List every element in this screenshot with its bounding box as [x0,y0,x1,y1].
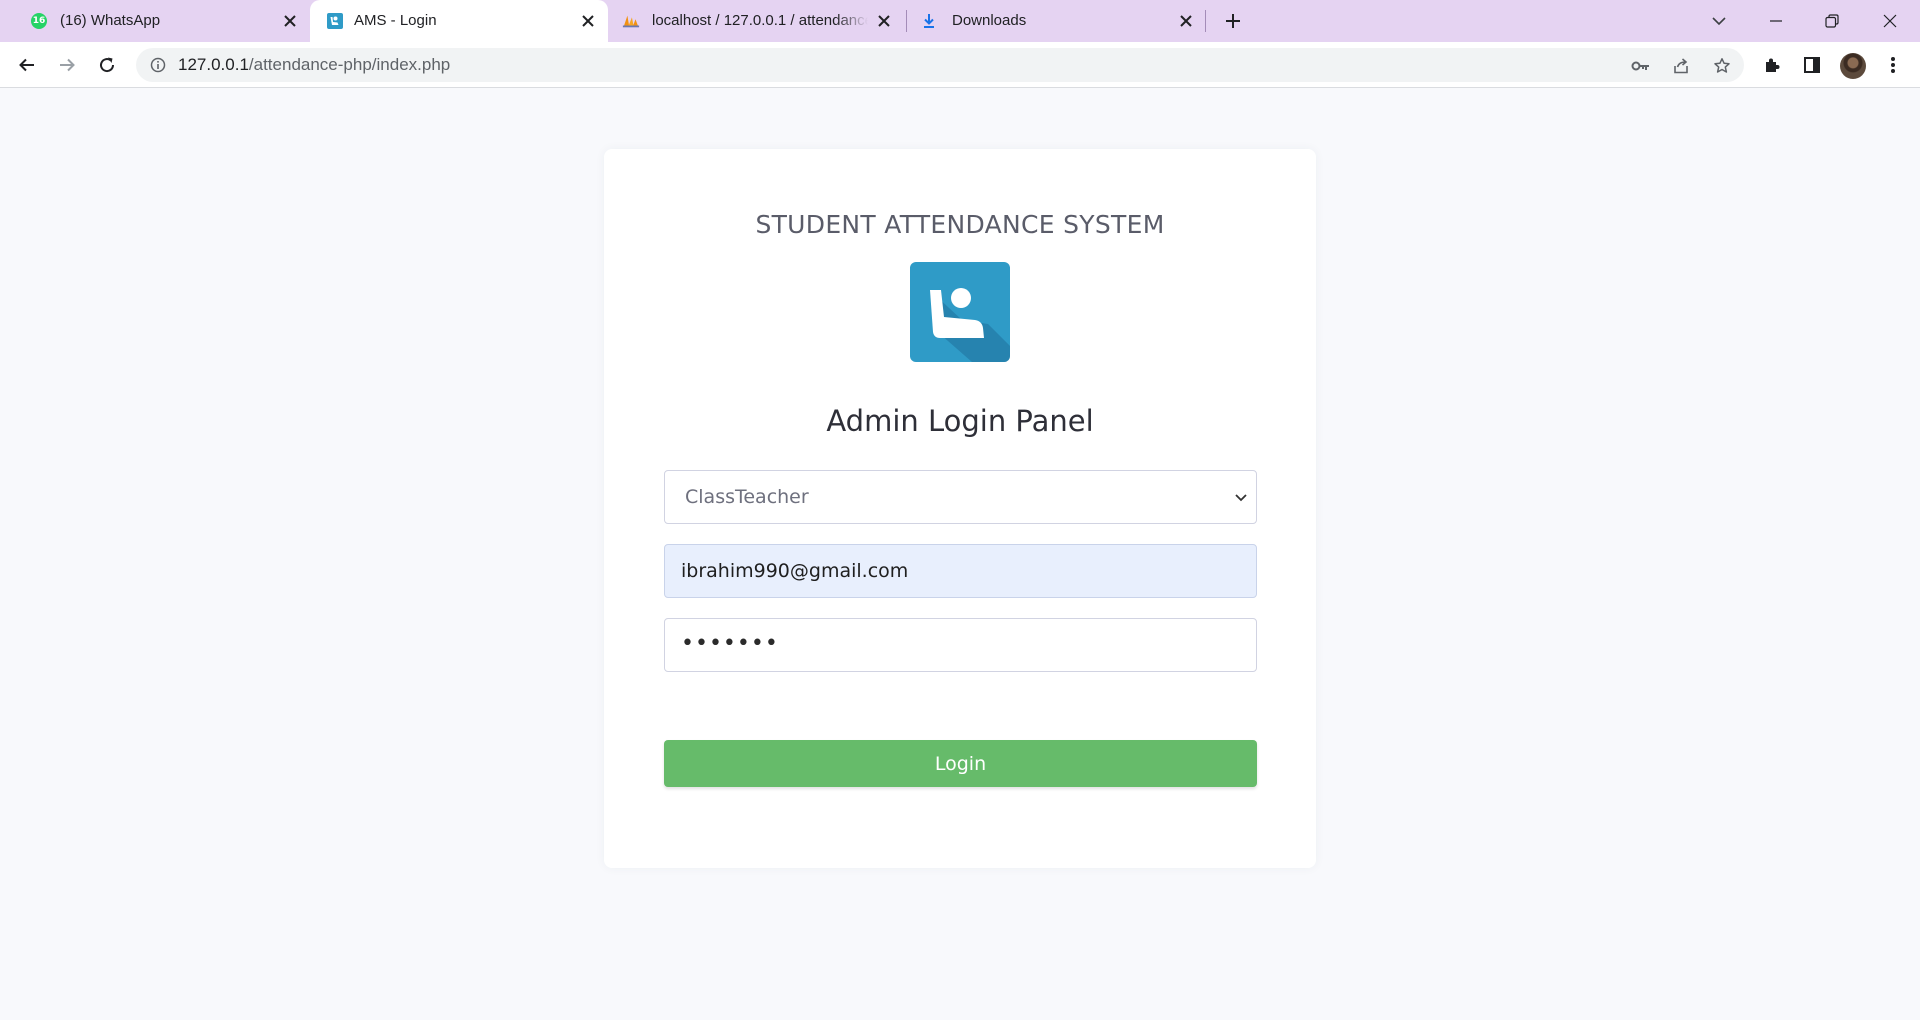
login-button[interactable]: Login [664,740,1257,787]
download-icon [920,12,938,30]
phpmyadmin-icon [622,12,640,30]
menu-kebab-icon[interactable] [1880,52,1906,78]
tab-title: AMS - Login [354,12,437,29]
role-select[interactable]: ClassTeacher [664,470,1257,524]
side-panel-icon[interactable] [1799,52,1825,78]
minimize-button[interactable] [1748,0,1804,42]
attendance-logo-icon [910,262,1010,362]
extensions-icon[interactable] [1759,52,1785,78]
reload-button[interactable] [92,50,122,80]
close-tab-icon[interactable] [1176,11,1196,31]
tab-title: (16) WhatsApp [60,12,161,29]
tab-downloads[interactable]: Downloads [908,0,1204,42]
ams-favicon [326,12,344,30]
new-tab-button[interactable] [1219,8,1247,34]
profile-avatar[interactable] [1840,53,1866,79]
close-tab-icon[interactable] [874,11,894,31]
tab-separator [1205,10,1206,32]
url-text[interactable]: 127.0.0.1/attendance-php/index.php [178,56,450,74]
role-select-value: ClassTeacher [685,486,809,508]
whatsapp-icon: 16 [30,12,48,30]
tab-strip: 16 (16) WhatsApp AMS - Login localhost /… [0,0,1920,42]
system-title: STUDENT ATTENDANCE SYSTEM [755,210,1165,239]
tab-title: localhost / 127.0.0.1 / attendance [652,12,868,29]
url-host: 127.0.0.1 [178,55,249,74]
tab-search-button[interactable] [1705,8,1733,34]
password-value: ••••••• [681,631,779,656]
site-info-icon[interactable] [148,55,168,75]
key-icon[interactable] [1630,55,1652,77]
tab-ams-login[interactable]: AMS - Login [310,0,608,42]
address-bar[interactable]: 127.0.0.1/attendance-php/index.php [136,48,1744,82]
url-path: /attendance-php/index.php [248,55,451,74]
bookmark-star-icon[interactable] [1711,55,1733,77]
tab-title: Downloads [952,12,1027,29]
email-input[interactable]: ibrahim990@gmail.com [664,544,1257,598]
restore-button[interactable] [1804,0,1860,42]
tab-whatsapp[interactable]: 16 (16) WhatsApp [6,0,306,42]
close-tab-icon[interactable] [280,11,300,31]
close-tab-icon[interactable] [578,11,598,31]
tab-phpmyadmin[interactable]: localhost / 127.0.0.1 / attendance [612,0,906,42]
back-button[interactable] [12,50,42,80]
panel-title: Admin Login Panel [826,404,1094,438]
forward-button[interactable] [52,50,82,80]
email-value: ibrahim990@gmail.com [681,560,909,582]
browser-toolbar: 127.0.0.1/attendance-php/index.php [0,42,1920,88]
close-window-button[interactable] [1862,0,1918,42]
login-card: STUDENT ATTENDANCE SYSTEM Admin Login Pa… [604,149,1316,868]
password-input[interactable]: ••••••• [664,618,1257,672]
tab-separator [906,10,907,32]
chevron-down-icon [1232,489,1250,507]
share-icon[interactable] [1670,55,1692,77]
